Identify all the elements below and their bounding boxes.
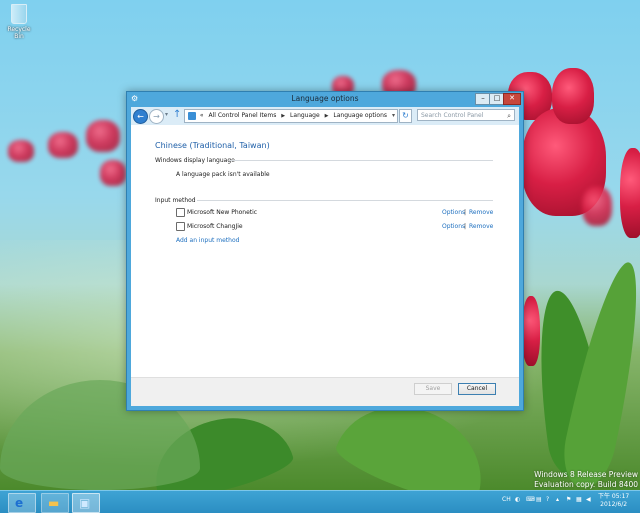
back-button[interactable]: ← — [133, 109, 148, 124]
forward-button[interactable]: → — [149, 109, 164, 124]
volume-icon[interactable]: ◀ — [586, 496, 591, 503]
input-method-name: Microsoft ChangJie — [187, 223, 243, 230]
recycle-bin-label: Recycle Bin — [7, 26, 31, 40]
arrow-right-icon: → — [153, 112, 160, 121]
breadcrumb-language[interactable]: Language — [290, 112, 320, 119]
control-panel-icon: ▣ — [79, 496, 91, 510]
taskbar: e ▬ ▣ CH ◐ ⌨ ▤ ? ▴ ⚑ ▦ ◀ 下午 05:17 2012/6… — [0, 490, 640, 513]
action-center-flag-icon[interactable]: ⚑ — [566, 496, 571, 503]
help-icon[interactable]: ? — [546, 496, 549, 503]
recycle-bin[interactable]: Recycle Bin — [2, 4, 36, 40]
control-panel-icon — [188, 112, 196, 120]
arrow-left-icon: ← — [137, 112, 144, 121]
address-bar[interactable]: « All Control Panel Items ▶ Language ▶ L… — [184, 109, 398, 123]
internet-explorer-icon: e — [15, 496, 24, 510]
build-watermark: Windows 8 Release Preview Evaluation cop… — [534, 470, 638, 490]
save-button[interactable]: Save — [414, 383, 452, 395]
link-separator: | — [464, 209, 467, 216]
link-separator: | — [464, 223, 467, 230]
recent-pages-dropdown[interactable]: ▾ — [165, 111, 168, 118]
options-link[interactable]: Options — [442, 209, 465, 216]
ime-pad-icon[interactable]: ▤ — [536, 496, 542, 503]
search-placeholder: Search Control Panel — [421, 112, 484, 119]
folder-icon: ▬ — [48, 496, 60, 510]
remove-link[interactable]: Remove — [469, 223, 493, 230]
clock-time: 下午 05:17 — [598, 493, 630, 500]
input-language-indicator[interactable]: CH — [502, 496, 511, 503]
language-pack-status: A language pack isn't available — [176, 171, 270, 178]
ime-mode-icon[interactable]: ◐ — [515, 496, 520, 503]
button-bar: Save Cancel — [131, 377, 519, 406]
taskbar-control-panel[interactable]: ▣ — [72, 493, 100, 513]
options-link[interactable]: Options — [442, 223, 465, 230]
clock-date: 2012/6/2 — [600, 501, 628, 508]
refresh-button[interactable]: ↻ — [399, 109, 412, 123]
cancel-button[interactable]: Cancel — [458, 383, 496, 395]
address-chevron[interactable]: « — [200, 112, 204, 119]
refresh-icon: ↻ — [402, 111, 409, 120]
keyboard-icon — [176, 222, 185, 231]
add-input-method-link[interactable]: Add an input method — [176, 237, 239, 244]
display-language-section-label: Windows display language — [155, 157, 235, 164]
watermark-line-1: Windows 8 Release Preview — [534, 470, 638, 479]
section-divider — [197, 200, 493, 201]
keyboard-icon[interactable]: ⌨ — [526, 496, 535, 503]
input-method-section-label: Input method — [155, 197, 196, 204]
content-pane: Chinese (Traditional, Taiwan) Windows di… — [131, 125, 519, 377]
remove-link[interactable]: Remove — [469, 209, 493, 216]
up-arrow-icon[interactable]: ↑ — [173, 109, 181, 121]
system-clock[interactable]: 下午 05:17 2012/6/2 — [598, 493, 629, 509]
watermark-line-2: Evaluation copy. Build 8400 — [534, 480, 638, 489]
language-options-window: ⚙ Language options – □ ✕ ← → ▾ ↑ « All C… — [126, 91, 524, 411]
breadcrumb-arrow-icon[interactable]: ▶ — [325, 113, 329, 119]
breadcrumb-arrow-icon[interactable]: ▶ — [281, 113, 285, 119]
section-divider — [229, 160, 493, 161]
breadcrumb-all-items[interactable]: All Control Panel Items — [209, 112, 277, 119]
taskbar-file-explorer[interactable]: ▬ — [41, 493, 69, 513]
taskbar-internet-explorer[interactable]: e — [8, 493, 36, 513]
show-hidden-icons[interactable]: ▴ — [556, 496, 559, 503]
close-button[interactable]: ✕ — [503, 93, 521, 105]
network-icon[interactable]: ▦ — [576, 496, 582, 503]
window-title: Language options — [291, 94, 359, 103]
page-title: Chinese (Traditional, Taiwan) — [155, 141, 270, 150]
navigation-bar: ← → ▾ ↑ « All Control Panel Items ▶ Lang… — [131, 107, 519, 125]
title-bar[interactable]: ⚙ Language options – □ ✕ — [127, 92, 523, 106]
recycle-bin-icon — [11, 4, 27, 24]
input-method-name: Microsoft New Phonetic — [187, 209, 258, 216]
search-icon[interactable]: ⌕ — [507, 110, 511, 122]
search-input[interactable]: Search Control Panel ⌕ — [417, 109, 515, 121]
address-dropdown-icon[interactable]: ▾ — [392, 110, 395, 122]
breadcrumb-language-options[interactable]: Language options — [333, 112, 387, 119]
keyboard-icon — [176, 208, 185, 217]
